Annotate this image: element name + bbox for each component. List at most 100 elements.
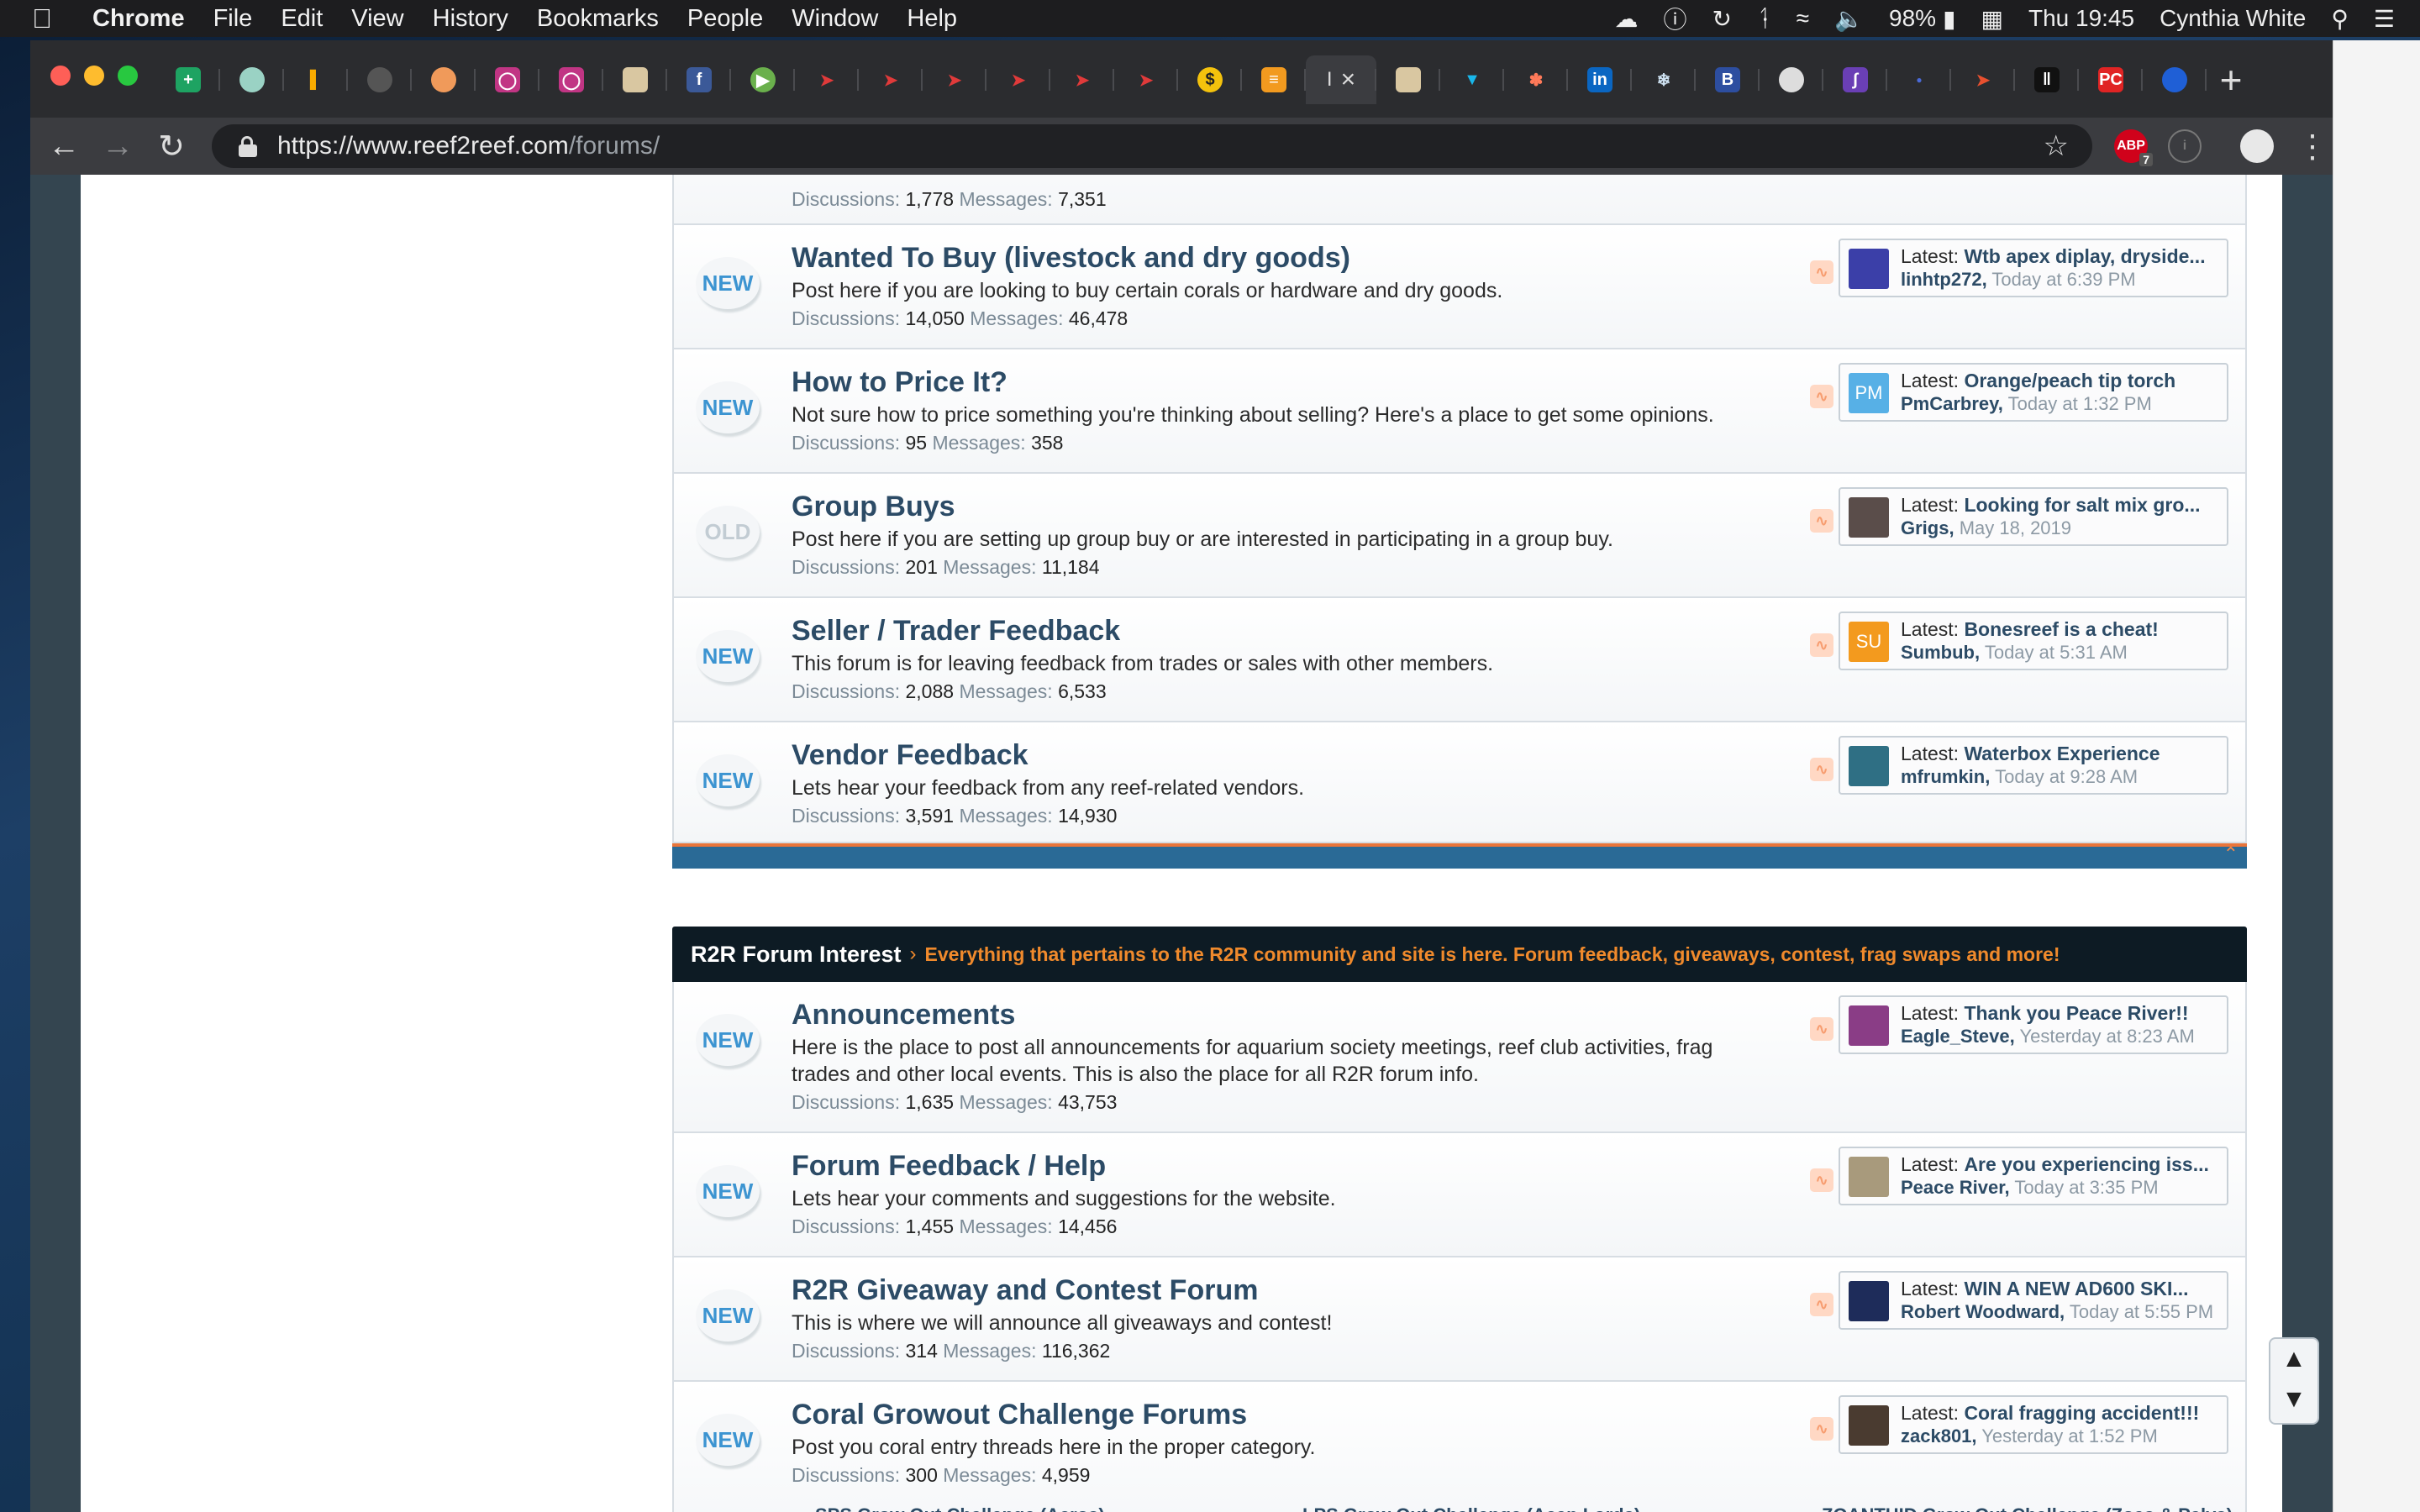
latest-thread-link[interactable]: WIN A NEW AD600 SKI... [1964,1278,2188,1299]
forum-title-link[interactable]: Announcements [792,999,1015,1032]
menu-edit[interactable]: Edit [281,5,323,33]
forum-title-link[interactable]: Group Buys [792,491,955,523]
avatar[interactable] [1849,746,1889,786]
menu-help[interactable]: Help [907,5,957,33]
battery-icon[interactable]: ▮ [1943,5,1955,33]
tab-stack[interactable]: ≡ [1242,55,1306,104]
tab-curve[interactable]: ∫ [1823,55,1887,104]
tab-image-1[interactable] [603,55,667,104]
rss-feed-icon[interactable]: ∿ [1810,509,1833,533]
tab-stripes[interactable]: ‖ [2015,55,2079,104]
close-window-button[interactable] [50,66,71,86]
latest-post-box[interactable]: Latest: Looking for salt mix gro... Grig… [1839,487,2228,546]
forum-title-link[interactable]: R2R Giveaway and Contest Forum [792,1274,1258,1307]
latest-thread-link[interactable]: Thank you Peace River!! [1964,1002,2188,1024]
menu-people[interactable]: People [687,5,763,33]
rss-feed-icon[interactable]: ∿ [1810,385,1833,408]
bookmark-star-icon[interactable]: ☆ [2044,129,2069,163]
subforum-link[interactable]: LPS Grow Out Challenge (Acan Lords) [1286,1504,1640,1512]
latest-post-box[interactable]: Latest: Thank you Peace River!! Eagle_St… [1839,995,2228,1054]
tab-rocket-5[interactable]: ➤ [1050,55,1114,104]
tab-snowflake[interactable]: ❄ [1632,55,1696,104]
collapse-chevron-icon[interactable]: ⌃ [2223,843,2238,865]
latest-time[interactable]: Today at 9:28 AM [1995,766,2138,787]
rss-feed-icon[interactable]: ∿ [1810,758,1833,781]
menu-file[interactable]: File [213,5,253,33]
latest-user-link[interactable]: linhtp272, [1901,269,1987,290]
latest-time[interactable]: Yesterday at 8:23 AM [2019,1026,2194,1047]
category-title-link[interactable]: R2R Forum Interest [691,942,902,968]
latest-post-box[interactable]: Latest: Waterbox Experience mfrumkin, To… [1839,736,2228,795]
tab-dollar[interactable]: $ [1178,55,1242,104]
onepassword-icon[interactable]: ⓘ [1663,2,1686,35]
latest-thread-link[interactable]: Coral fragging accident!!! [1964,1402,2199,1424]
rss-feed-icon[interactable]: ∿ [1810,1417,1833,1441]
tab-rocket-2[interactable]: ➤ [859,55,923,104]
latest-thread-link[interactable]: Orange/peach tip torch [1964,370,2175,391]
forum-row[interactable]: NEW Announcements Here is the place to p… [672,982,2247,1133]
subforum-link[interactable]: SPS Grow Out Challenge (Acros) [798,1504,1105,1512]
rss-feed-icon[interactable]: ∿ [1810,260,1833,284]
forum-title-link[interactable]: Coral Growout Challenge Forums [792,1399,1247,1431]
rss-feed-icon[interactable]: ∿ [1810,633,1833,657]
tab-instagram-2[interactable]: ◯ [539,55,603,104]
latest-post-box[interactable]: Latest: Coral fragging accident!!! zack8… [1839,1395,2228,1454]
tab-dot[interactable]: ● [1887,55,1951,104]
latest-post-box[interactable]: Latest: Wtb apex diplay, dryside... linh… [1839,239,2228,297]
latest-time[interactable]: Today at 1:32 PM [2008,393,2152,414]
latest-time[interactable]: Today at 6:39 PM [1991,269,2135,290]
tab-hubspot[interactable]: ✽ [1504,55,1568,104]
tab-pc[interactable]: PC [2079,55,2143,104]
tab-globe[interactable] [348,55,412,104]
scroll-bottom-button[interactable]: ▼ [2270,1379,2317,1420]
latest-thread-link[interactable]: Looking for salt mix gro... [1964,494,2200,516]
rss-feed-icon[interactable]: ∿ [1810,1293,1833,1316]
tab-blue[interactable] [2143,55,2207,104]
avatar[interactable] [1849,1005,1889,1046]
tab-rocket-1[interactable]: ➤ [795,55,859,104]
notification-center-icon[interactable]: ☰ [2374,5,2395,33]
tab-facebook[interactable]: f [667,55,731,104]
tab-rocket-3[interactable]: ➤ [923,55,986,104]
avatar[interactable] [1849,1281,1889,1321]
time-machine-icon[interactable]: ↻ [1712,5,1732,33]
latest-user-link[interactable]: Robert Woodward, [1901,1301,2065,1322]
latest-user-link[interactable]: zack801, [1901,1425,1977,1446]
back-button[interactable]: ← [45,128,82,165]
tab-instagram-1[interactable]: ◯ [476,55,539,104]
menu-view[interactable]: View [351,5,403,33]
zoom-window-button[interactable] [118,66,138,86]
bluetooth-icon[interactable]: ᛑ [1757,5,1771,32]
latest-user-link[interactable]: Eagle_Steve, [1901,1026,2015,1047]
latest-thread-link[interactable]: Wtb apex diplay, dryside... [1964,245,2205,267]
rss-feed-icon[interactable]: ∿ [1810,1168,1833,1192]
latest-user-link[interactable]: mfrumkin, [1901,766,1990,787]
avatar[interactable]: SU [1849,622,1889,662]
tab-rocket-4[interactable]: ➤ [986,55,1050,104]
tab-reef2reef-active[interactable]: I × [1306,55,1376,104]
apple-menu-icon[interactable]:  [32,3,69,34]
forum-title-link[interactable]: Vendor Feedback [792,739,1028,772]
forward-button[interactable]: → [99,128,136,165]
subforum-link[interactable]: ZOANTHID Grow Out Challenge (Zoas & Paly… [1805,1504,2233,1512]
address-bar[interactable]: https://www.reef2reef.com/forums/ ☆ [212,124,2092,168]
tab-cloud[interactable] [220,55,284,104]
tab-arrow[interactable]: ➤ [1951,55,2015,104]
forum-row[interactable]: NEW R2R Giveaway and Contest Forum This … [672,1257,2247,1382]
rss-feed-icon[interactable]: ∿ [1810,1017,1833,1041]
latest-time[interactable]: May 18, 2019 [1960,517,2071,538]
creative-cloud-icon[interactable]: ☁ [1614,5,1638,33]
tab-linkedin[interactable]: in [1568,55,1632,104]
battery-percent[interactable]: 98% [1889,5,1936,32]
latest-user-link[interactable]: PmCarbrey, [1901,393,2003,414]
menu-bookmarks[interactable]: Bookmarks [537,5,659,33]
new-tab-button[interactable]: + [2207,55,2255,104]
forum-title-link[interactable]: Forum Feedback / Help [792,1150,1106,1183]
user-name[interactable]: Cynthia White [2160,5,2306,32]
forum-row[interactable]: OLD Group Buys Post here if you are sett… [672,474,2247,598]
menu-window[interactable]: Window [792,5,878,33]
minimize-window-button[interactable] [84,66,104,86]
avatar[interactable] [1849,1157,1889,1197]
latest-post-box[interactable]: SU Latest: Bonesreef is a cheat! Sumbub,… [1839,612,2228,670]
menu-app-name[interactable]: Chrome [92,5,185,33]
